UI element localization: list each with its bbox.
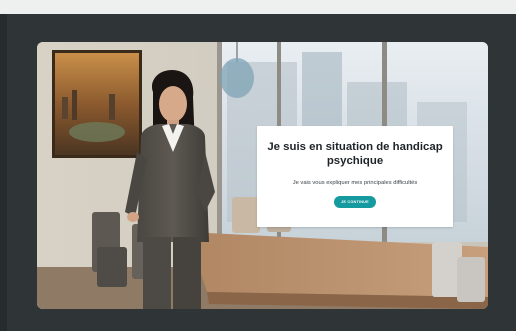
continue-button[interactable]: JE CONTINUE [334,196,376,208]
intro-card: Je suis en situation de handicap psychiq… [257,126,453,227]
slide-stage: Je suis en situation de handicap psychiq… [37,42,488,309]
slide-subtitle: Je vais vous expliquer mes principales d… [292,180,418,186]
frame-left-edge [0,14,7,331]
slide-title: Je suis en situation de handicap psychiq… [267,141,443,167]
page-top-strip [0,0,516,14]
